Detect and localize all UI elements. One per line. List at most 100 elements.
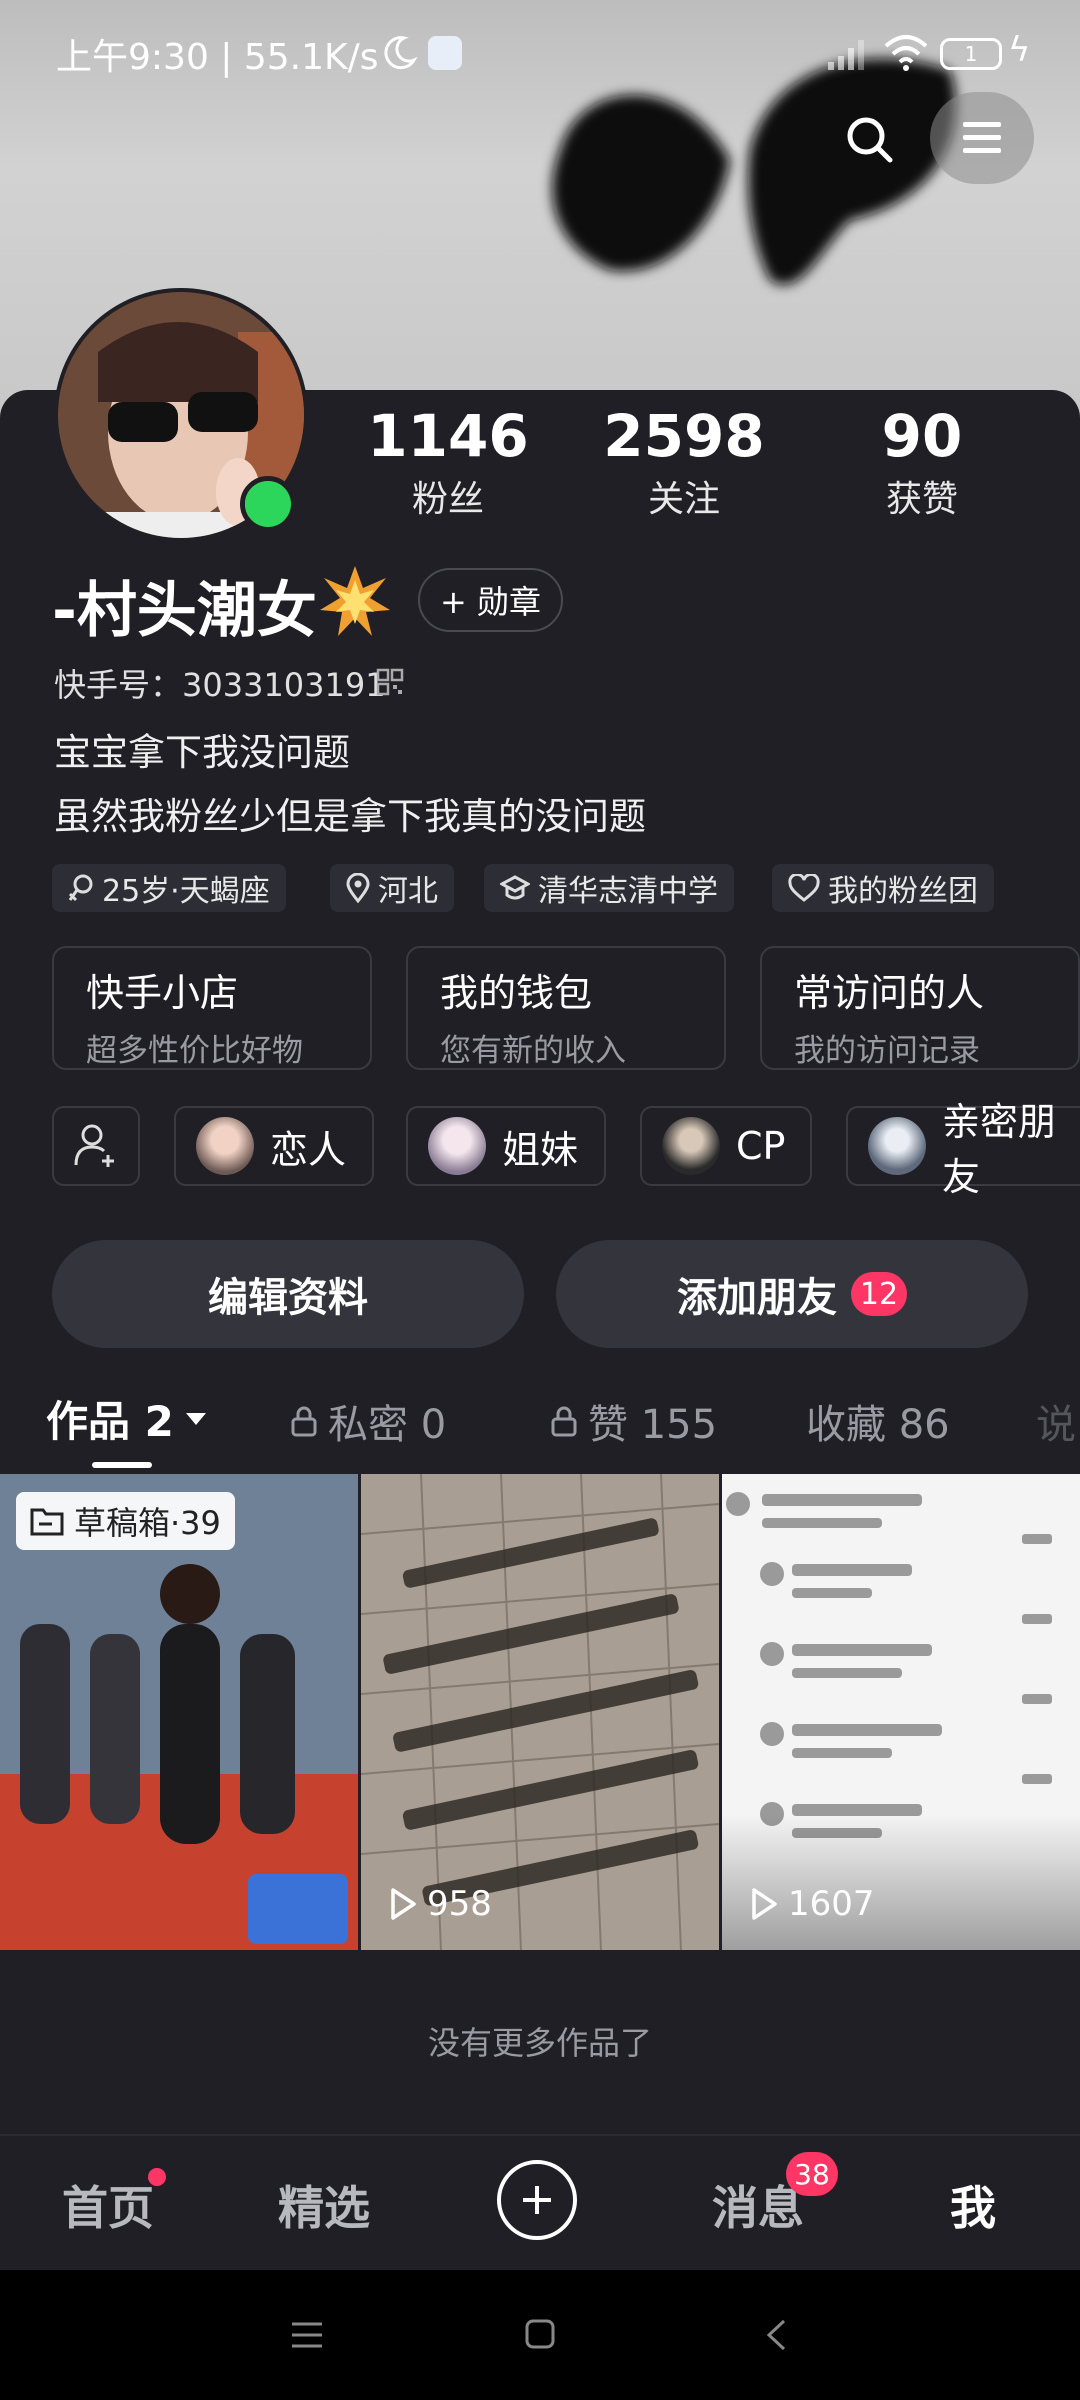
sister-avatar xyxy=(428,1117,486,1175)
qr-code-icon[interactable] xyxy=(376,668,404,696)
entry-frequent-visitors[interactable]: 常访问的人 我的访问记录 xyxy=(760,946,1080,1070)
nav-home[interactable]: 首页 xyxy=(62,2172,154,2238)
stat-likes[interactable]: 90 获赞 xyxy=(822,402,1022,522)
stat-following[interactable]: 2598 关注 xyxy=(584,402,784,522)
relation-cp[interactable]: CP xyxy=(640,1106,812,1186)
wallet-title: 我的钱包 xyxy=(440,971,593,1015)
likes-label: 获赞 xyxy=(885,479,958,520)
status-time-speed: 上午9:30 | 55.1K/s xyxy=(56,37,379,78)
tab-works-label: 作品 2 xyxy=(46,1397,174,1446)
wifi-icon xyxy=(884,35,928,71)
close-friend-label: 亲密朋友 xyxy=(942,1100,1057,1199)
play-count-2-text: 958 xyxy=(427,1884,492,1924)
no-more-works-text: 没有更多作品了 xyxy=(427,2024,652,2062)
fans-label: 粉丝 xyxy=(411,479,484,520)
caret-down-icon xyxy=(185,1412,206,1425)
play-icon xyxy=(391,1888,416,1920)
tab-private-label: 私密 0 xyxy=(328,1402,447,1448)
create-button[interactable] xyxy=(497,2160,577,2240)
home-system-icon[interactable] xyxy=(524,2318,556,2350)
battery-icon: 1 xyxy=(940,38,1002,70)
tag-school[interactable]: 清华志清中学 xyxy=(484,864,734,912)
messages-badge: 38 xyxy=(786,2152,838,2196)
wallet-subtitle: 您有新的收入 xyxy=(440,1033,626,1069)
tag-age-text: 25岁·天蝎座 xyxy=(102,874,270,909)
bio-line-1: 宝宝拿下我没问题 xyxy=(54,731,350,774)
butterfly-image xyxy=(552,58,956,285)
plus-icon xyxy=(523,2186,551,2214)
shop-title: 快手小店 xyxy=(86,971,239,1015)
nav-featured[interactable]: 精选 xyxy=(278,2172,370,2238)
active-tab-indicator xyxy=(92,1462,152,1468)
add-person-icon xyxy=(74,1124,114,1167)
visitors-title: 常访问的人 xyxy=(794,971,985,1015)
fans-count: 1146 xyxy=(367,402,529,470)
play-count-2: 958 xyxy=(389,1884,492,1924)
lock-icon xyxy=(551,1406,577,1437)
folder-icon xyxy=(30,1508,64,1536)
shop-subtitle: 超多性价比好物 xyxy=(86,1033,303,1069)
relation-lover[interactable]: 恋人 xyxy=(174,1106,374,1186)
relation-sister[interactable]: 姐妹 xyxy=(406,1106,606,1186)
cp-label: CP xyxy=(736,1124,786,1168)
charging-icon: ϟ xyxy=(1008,30,1031,70)
stat-fans[interactable]: 1146 粉丝 xyxy=(348,402,548,522)
bio-line-2: 虽然我粉丝少但是拿下我真的没问题 xyxy=(54,795,646,838)
tab-private[interactable]: 私密 0 xyxy=(290,1392,446,1450)
add-relation-button[interactable] xyxy=(52,1106,140,1186)
explosion-emoji-icon xyxy=(320,566,390,636)
heart-icon xyxy=(788,874,820,902)
lover-label: 恋人 xyxy=(270,1127,347,1172)
lock-icon xyxy=(291,1406,317,1437)
profile-name: -村头潮女 xyxy=(52,576,317,646)
tab-favorites[interactable]: 收藏 86 xyxy=(806,1392,950,1450)
play-icon xyxy=(752,1888,777,1920)
hamburger-icon xyxy=(963,122,1001,153)
tag-age-constellation[interactable]: 25岁·天蝎座 xyxy=(52,864,286,912)
search-icon[interactable] xyxy=(844,114,894,164)
add-friend-label: 添加朋友 xyxy=(677,1275,837,1321)
video-thumbnail-draft[interactable]: 草稿箱·39 xyxy=(0,1474,358,1950)
entry-kuaishou-shop[interactable]: 快手小店 超多性价比好物 xyxy=(52,946,372,1070)
drafts-badge-text: 草稿箱·39 xyxy=(74,1504,221,1542)
entry-wallet[interactable]: 我的钱包 您有新的收入 xyxy=(406,946,726,1070)
close-friend-avatar xyxy=(868,1117,926,1175)
tab-works[interactable]: 作品 2 xyxy=(46,1388,208,1449)
nav-me[interactable]: 我 xyxy=(950,2172,996,2238)
visitors-subtitle: 我的访问记录 xyxy=(794,1033,980,1069)
edit-profile-button[interactable]: 编辑资料 xyxy=(52,1240,524,1348)
tab-liked[interactable]: 赞 155 xyxy=(550,1392,717,1450)
kuaishou-id[interactable]: 快手号：3033103191 xyxy=(54,660,386,706)
sister-label: 姐妹 xyxy=(502,1127,579,1172)
tag-fan-club[interactable]: 我的粉丝团 xyxy=(772,864,994,912)
back-icon[interactable] xyxy=(764,2318,788,2352)
online-status-dot xyxy=(240,476,296,532)
recent-apps-icon[interactable] xyxy=(290,2320,324,2350)
tab-more[interactable]: 说 xyxy=(1036,1392,1076,1450)
tag-location[interactable]: 河北 xyxy=(330,864,454,912)
video-thumbnail-3[interactable]: 1607 xyxy=(722,1474,1080,1950)
add-friend-badge: 12 xyxy=(851,1272,907,1316)
cp-avatar xyxy=(662,1117,720,1175)
tab-liked-label: 赞 155 xyxy=(588,1402,718,1448)
add-medal-button[interactable]: + 勋章 xyxy=(418,568,563,632)
comments-video-image xyxy=(722,1474,1080,1950)
following-count: 2598 xyxy=(603,402,765,470)
handwriting-video-image xyxy=(361,1474,719,1950)
following-label: 关注 xyxy=(647,479,720,520)
add-friend-button[interactable]: 添加朋友 12 xyxy=(556,1240,1028,1348)
menu-button[interactable] xyxy=(930,92,1034,184)
likes-count: 90 xyxy=(881,402,963,470)
play-count-3: 1607 xyxy=(750,1884,875,1924)
app-notification-icon xyxy=(428,36,462,70)
female-icon xyxy=(68,874,93,902)
play-count-3-text: 1607 xyxy=(788,1884,875,1924)
drafts-badge[interactable]: 草稿箱·39 xyxy=(16,1492,235,1550)
tab-favorites-label: 收藏 86 xyxy=(806,1402,950,1448)
relation-close-friend[interactable]: 亲密朋友 xyxy=(846,1100,1080,1199)
tag-school-text: 清华志清中学 xyxy=(538,874,718,909)
lover-avatar xyxy=(196,1117,254,1175)
video-thumbnail-2[interactable]: 958 xyxy=(361,1474,719,1950)
signal-icon xyxy=(828,40,864,70)
tag-fan-club-text: 我的粉丝团 xyxy=(828,874,978,909)
